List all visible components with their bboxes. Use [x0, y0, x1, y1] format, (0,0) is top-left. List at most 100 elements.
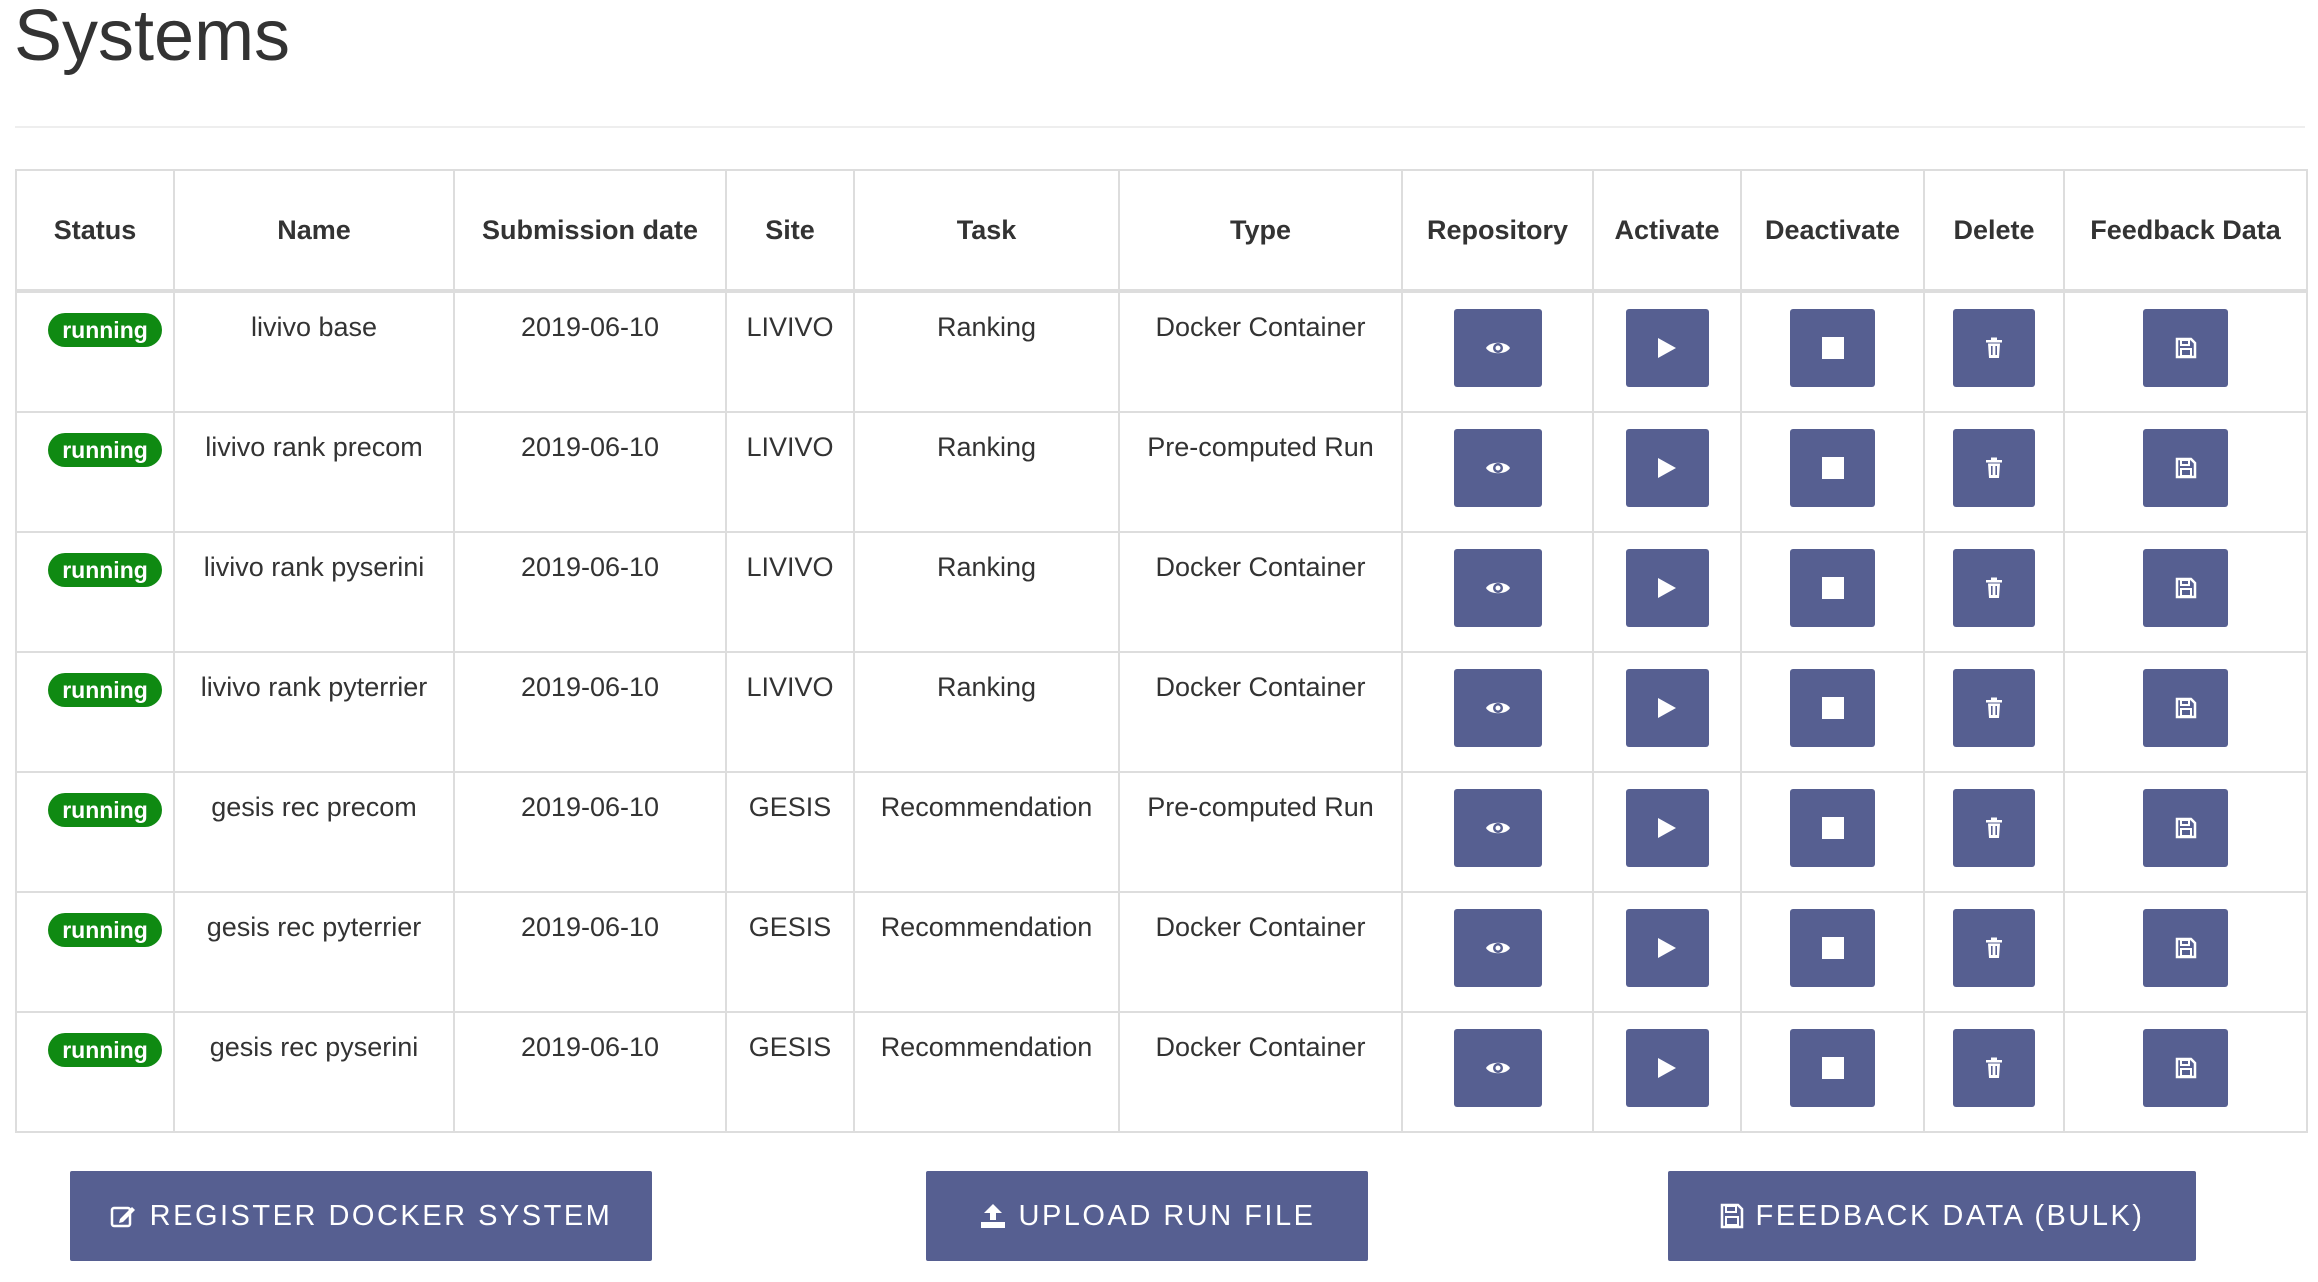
- site: LIVIVO: [746, 552, 834, 582]
- delete-button[interactable]: [1953, 549, 2035, 627]
- site-cell: GESIS: [725, 1011, 855, 1133]
- edit-icon: [110, 1206, 135, 1228]
- site: GESIS: [748, 1032, 832, 1062]
- repository-button[interactable]: [1453, 789, 1542, 867]
- table-row: running gesis rec precom 2019-06-10 GESIS Re…: [15, 771, 2308, 893]
- delete-cell: [1923, 771, 2065, 893]
- delete-button[interactable]: [1953, 669, 2035, 747]
- feedback-data-button[interactable]: [2143, 429, 2228, 507]
- activate-button[interactable]: [1625, 1029, 1709, 1107]
- site-cell: LIVIVO: [725, 411, 855, 533]
- eye-icon: [1485, 339, 1511, 357]
- play-icon: [1656, 936, 1678, 960]
- deactivate-button[interactable]: [1790, 789, 1875, 867]
- task-cell: Recommendation: [853, 1011, 1120, 1133]
- stop-icon: [1821, 576, 1845, 600]
- header-submission-date: Submission date: [453, 169, 727, 293]
- feedback-data-bulk-button[interactable]: FEEDBACK DATA (BULK): [1668, 1171, 2196, 1261]
- upload-icon: [980, 1204, 1005, 1228]
- delete-button[interactable]: [1953, 429, 2035, 507]
- eye-icon: [1485, 819, 1511, 837]
- floppy-disk-icon: [2175, 937, 2197, 959]
- site-cell: GESIS: [725, 891, 855, 1013]
- submission-date: 2019-06-10: [520, 312, 660, 342]
- system-name: gesis rec precom: [211, 792, 417, 822]
- name-cell: gesis rec pyserini: [173, 1011, 455, 1133]
- status-cell: running: [15, 891, 175, 1013]
- task-cell: Ranking: [853, 290, 1120, 413]
- status-badge: running: [48, 1033, 162, 1067]
- status-badge: running: [48, 433, 162, 467]
- eye-icon: [1485, 579, 1511, 597]
- feedback-data-button[interactable]: [2143, 669, 2228, 747]
- deactivate-cell: [1740, 531, 1925, 653]
- header-delete: Delete: [1923, 169, 2065, 293]
- deactivate-button[interactable]: [1790, 909, 1875, 987]
- deactivate-cell: [1740, 1011, 1925, 1133]
- deactivate-cell: [1740, 411, 1925, 533]
- date-cell: 2019-06-10: [453, 1011, 727, 1133]
- activate-button[interactable]: [1625, 669, 1709, 747]
- task: Recommendation: [880, 912, 1093, 942]
- repository-button[interactable]: [1453, 1029, 1542, 1107]
- name-cell: livivo rank pyterrier: [173, 651, 455, 773]
- deactivate-button[interactable]: [1790, 669, 1875, 747]
- eye-icon: [1485, 1059, 1511, 1077]
- activate-button[interactable]: [1625, 309, 1709, 387]
- feedback-data-bulk-label: FEEDBACK DATA (BULK): [1755, 1199, 2145, 1232]
- submission-date: 2019-06-10: [520, 552, 660, 582]
- deactivate-button[interactable]: [1790, 1029, 1875, 1107]
- site-cell: GESIS: [725, 771, 855, 893]
- deactivate-cell: [1740, 290, 1925, 413]
- delete-button[interactable]: [1953, 309, 2035, 387]
- delete-cell: [1923, 290, 2065, 413]
- upload-run-file-button[interactable]: UPLOAD RUN FILE: [926, 1171, 1368, 1261]
- activate-button[interactable]: [1625, 789, 1709, 867]
- feedback-data-button[interactable]: [2143, 309, 2228, 387]
- repository-button[interactable]: [1453, 549, 1542, 627]
- status-badge: running: [48, 553, 162, 587]
- task-cell: Ranking: [853, 651, 1120, 773]
- repository-button[interactable]: [1453, 909, 1542, 987]
- feedback-data-button[interactable]: [2143, 549, 2228, 627]
- system-name: gesis rec pyserini: [209, 1032, 419, 1062]
- deactivate-button[interactable]: [1790, 429, 1875, 507]
- stop-icon: [1821, 1056, 1845, 1080]
- deactivate-button[interactable]: [1790, 309, 1875, 387]
- deactivate-button[interactable]: [1790, 549, 1875, 627]
- repository-button[interactable]: [1453, 309, 1542, 387]
- repository-cell: [1401, 290, 1594, 413]
- date-cell: 2019-06-10: [453, 290, 727, 413]
- activate-cell: [1592, 651, 1742, 773]
- delete-button[interactable]: [1953, 909, 2035, 987]
- delete-button[interactable]: [1953, 789, 2035, 867]
- repository-button[interactable]: [1453, 429, 1542, 507]
- status-cell: running: [15, 290, 175, 413]
- repository-cell: [1401, 411, 1594, 533]
- eye-icon: [1485, 939, 1511, 957]
- feedback-data-button[interactable]: [2143, 789, 2228, 867]
- header-status: Status: [15, 169, 175, 293]
- activate-button[interactable]: [1625, 909, 1709, 987]
- delete-button[interactable]: [1953, 1029, 2035, 1107]
- deactivate-cell: [1740, 771, 1925, 893]
- system-name: gesis rec pyterrier: [206, 912, 422, 942]
- activate-button[interactable]: [1625, 429, 1709, 507]
- site-cell: LIVIVO: [725, 651, 855, 773]
- feedback-data-button[interactable]: [2143, 1029, 2228, 1107]
- task-cell: Recommendation: [853, 771, 1120, 893]
- trash-icon: [1985, 817, 2003, 839]
- activate-button[interactable]: [1625, 549, 1709, 627]
- status-cell: running: [15, 411, 175, 533]
- submission-date: 2019-06-10: [520, 792, 660, 822]
- feedback-data-button[interactable]: [2143, 909, 2228, 987]
- play-icon: [1656, 336, 1678, 360]
- repository-button[interactable]: [1453, 669, 1542, 747]
- task: Recommendation: [880, 1032, 1093, 1062]
- system-name: livivo rank pyserini: [203, 552, 425, 582]
- system-type: Pre-computed Run: [1147, 432, 1374, 462]
- register-docker-system-button[interactable]: REGISTER DOCKER SYSTEM: [70, 1171, 652, 1261]
- system-type: Docker Container: [1155, 552, 1366, 582]
- activate-cell: [1592, 771, 1742, 893]
- name-cell: gesis rec pyterrier: [173, 891, 455, 1013]
